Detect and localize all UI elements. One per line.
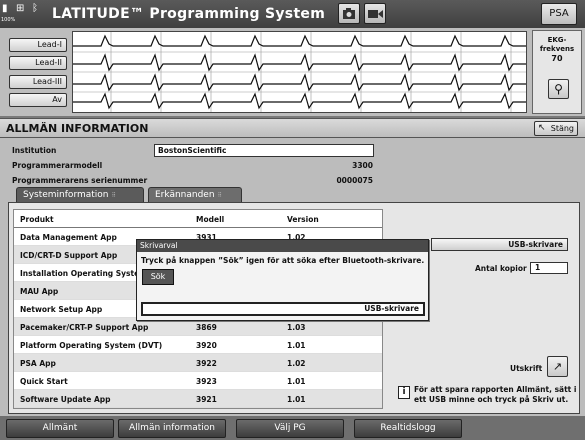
cell-produkt: Software Update App — [20, 395, 111, 404]
search-button[interactable]: Sök — [142, 269, 174, 285]
nav-realtidslogg[interactable]: Realtidslogg — [354, 419, 462, 438]
table-row[interactable]: Quick Start 3923 1.01 — [14, 372, 382, 390]
ekg-rate-box: EKG- frekvens 70 ⚲ — [532, 30, 582, 114]
grip-icon: ⠿ — [217, 192, 222, 199]
ekg-rate-value: 70 — [551, 54, 563, 63]
cell-produkt: Installation Operating Syste — [20, 269, 140, 278]
battery-percent: 100% — [1, 17, 16, 23]
lead-i-button[interactable]: Lead-I — [9, 38, 67, 52]
cell-produkt: Pacemaker/CRT-P Support App — [20, 323, 149, 332]
cell-version: 1.01 — [287, 395, 306, 404]
dialog-message: Tryck på knappen ”Sök” igen för att söka… — [141, 256, 425, 265]
cell-version: 1.02 — [287, 359, 306, 368]
camera-icon — [343, 8, 355, 19]
close-button[interactable]: ↖ Stäng — [534, 121, 578, 136]
cell-produkt: PSA App — [20, 359, 56, 368]
cell-version: 1.03 — [287, 323, 306, 332]
psa-button[interactable]: PSA — [541, 3, 577, 25]
nav-allmant[interactable]: Allmänt — [6, 419, 114, 438]
copies-field[interactable]: 1 — [530, 262, 568, 274]
institution-label: Institution — [12, 146, 57, 155]
network-icon: ⊞ — [16, 3, 25, 14]
magnet-wand-icon: ⚲ — [554, 82, 563, 96]
table-row[interactable]: Software Update App 3921 1.01 — [14, 390, 382, 408]
battery-icon: ▮ — [2, 3, 8, 14]
title-bar: ▮ ⊞ ᛒ 100% LATITUDE™ Programming System … — [0, 0, 585, 28]
cell-version: 1.01 — [287, 341, 306, 350]
cell-version: 1.01 — [287, 377, 306, 386]
tab-systeminformation[interactable]: Systeminformation ⠿ — [16, 187, 144, 202]
serial-value: 0000075 — [336, 176, 373, 185]
panel-header: ALLMÄN INFORMATION ↖ Stäng — [0, 118, 585, 138]
ekg-rate-label-1: EKG- — [547, 36, 567, 44]
cell-modell: 3923 — [196, 377, 217, 386]
close-label: Stäng — [550, 124, 574, 133]
cell-produkt: Platform Operating System (DVT) — [20, 341, 163, 350]
print-arrow-icon: ↗ — [552, 360, 563, 373]
programmer-model-label: Programmerarmodell — [12, 161, 103, 170]
camera-button[interactable] — [338, 3, 360, 24]
page-title: ALLMÄN INFORMATION — [6, 122, 149, 135]
print-hint: För att spara rapporten Allmänt, sätt i … — [414, 385, 577, 404]
ecg-waveform-display — [72, 31, 527, 113]
video-icon — [368, 10, 383, 18]
ecg-strip: Lead-I Lead-II Lead-III Av EKG- frekvens… — [0, 28, 585, 116]
close-arrow-icon: ↖ — [538, 123, 546, 133]
magnet-button[interactable]: ⚲ — [548, 79, 569, 99]
nav-valj-pg[interactable]: Välj PG — [236, 419, 344, 438]
info-icon: i — [398, 386, 410, 399]
cell-modell: 3869 — [196, 323, 217, 332]
serial-row: Programmerarens serienummer 0000075 — [10, 174, 375, 187]
copies-label: Antal kopior — [475, 264, 527, 273]
print-button[interactable]: ↗ — [547, 356, 568, 377]
cell-modell: 3922 — [196, 359, 217, 368]
ecg-waveform — [73, 32, 526, 112]
app-title: LATITUDE™ Programming System — [52, 6, 326, 22]
video-button[interactable] — [364, 3, 386, 24]
dialog-title: Skrivarval — [137, 240, 428, 252]
programmer-model-row: Programmerarmodell 3300 — [10, 159, 375, 172]
table-row[interactable]: Platform Operating System (DVT) 3920 1.0… — [14, 336, 382, 354]
bluetooth-icon: ᛒ — [32, 3, 38, 14]
ekg-rate-label-2: frekvens — [539, 45, 575, 53]
cell-produkt: Data Management App — [20, 233, 117, 242]
printer-list-item[interactable]: USB-skrivare — [141, 302, 425, 316]
cell-modell: 3921 — [196, 395, 217, 404]
table-row[interactable]: PSA App 3922 1.02 — [14, 354, 382, 372]
cell-produkt: MAU App — [20, 287, 59, 296]
print-label: Utskrift — [510, 364, 543, 373]
tab-label: Systeminformation — [23, 190, 109, 200]
ecg-gridlines — [73, 32, 526, 112]
nav-allman-information[interactable]: Allmän information — [118, 419, 226, 438]
serial-label: Programmerarens serienummer — [12, 176, 148, 185]
lead-ii-button[interactable]: Lead-II — [9, 56, 67, 70]
cell-produkt: Quick Start — [20, 377, 68, 386]
printer-selection-dialog: Skrivarval Tryck på knappen ”Sök” igen f… — [136, 239, 429, 321]
programmer-model-value: 3300 — [352, 161, 373, 170]
col-header-produkt: Produkt — [20, 215, 54, 224]
table-header: Produkt Modell Version — [14, 210, 382, 228]
bottom-nav: Allmänt Allmän information Välj PG Realt… — [0, 416, 585, 440]
col-header-version: Version — [287, 215, 319, 224]
cell-produkt: ICD/CRT-D Support App — [20, 251, 118, 260]
cell-produkt: Network Setup App — [20, 305, 103, 314]
tab-label: Erkännanden — [155, 190, 215, 200]
tab-erkannanden[interactable]: Erkännanden ⠿ — [148, 187, 242, 202]
institution-field[interactable]: BostonScientific — [154, 144, 374, 157]
printer-select[interactable]: USB-skrivare — [431, 238, 568, 251]
cell-modell: 3920 — [196, 341, 217, 350]
lead-iii-button[interactable]: Lead-III — [9, 75, 67, 89]
grip-icon: ⠿ — [111, 192, 116, 199]
lead-av-button[interactable]: Av — [9, 93, 67, 107]
col-header-modell: Modell — [196, 215, 225, 224]
